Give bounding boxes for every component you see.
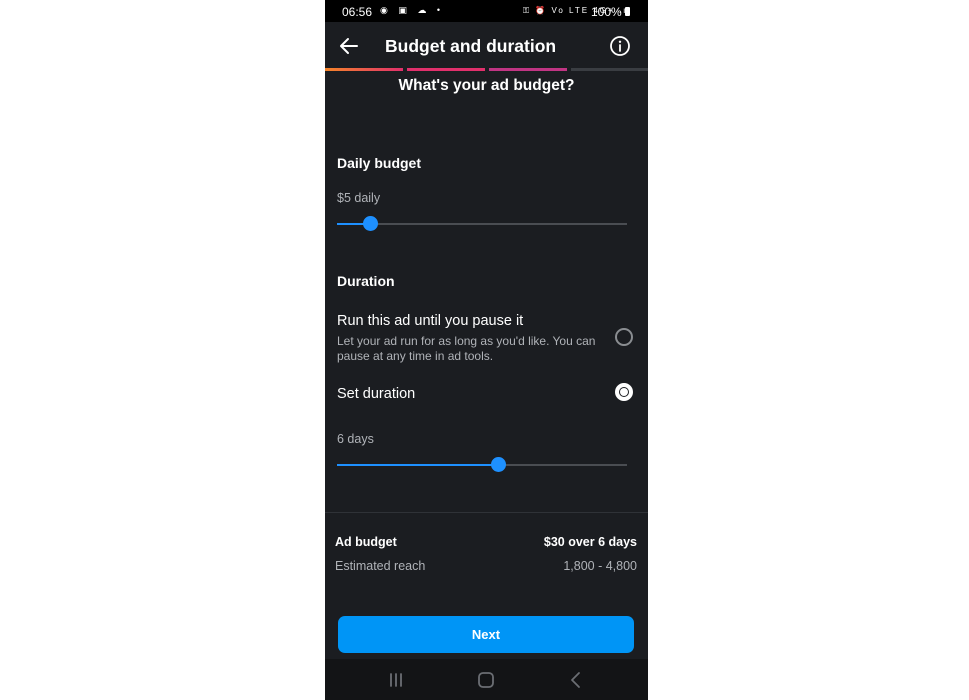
system-nav-bar [325, 659, 648, 700]
duration-slider-thumb[interactable] [490, 457, 506, 472]
back-nav-icon[interactable] [566, 671, 586, 689]
summary-divider [325, 512, 648, 513]
battery-percent: 100% [591, 5, 622, 19]
option-run-until-paused-description: Let your ad run for as long as you'd lik… [337, 334, 596, 363]
status-bar: 06:56 ◉ ▣ ☁ • ⚿ ⏰ Vo LTE 4G+ .ıl 100% [325, 0, 648, 22]
daily-budget-value: $5 daily [337, 191, 381, 205]
notification-icons: ◉ ▣ ☁ • [380, 5, 445, 15]
progress-step-3 [489, 68, 567, 71]
ad-budget-value: $30 over 6 days [543, 535, 637, 549]
daily-budget-slider-thumb[interactable] [363, 216, 379, 231]
header: Budget and duration [325, 22, 648, 70]
ad-budget-label: Ad budget [335, 535, 397, 549]
page-title: Budget and duration [385, 36, 557, 56]
progress-step-1 [325, 68, 403, 71]
option-set-duration-title: Set duration [337, 386, 416, 402]
back-arrow-icon[interactable] [337, 34, 361, 58]
duration-label: Duration [337, 273, 395, 289]
question-heading: What's your ad budget? [398, 77, 575, 94]
progress-step-4 [571, 68, 648, 71]
estimated-reach-label: Estimated reach [335, 559, 426, 573]
daily-budget-label: Daily budget [337, 155, 422, 171]
radio-selected-dot [620, 388, 628, 396]
status-time: 06:56 [342, 5, 373, 19]
estimated-reach-value: 1,800 - 4,800 [563, 559, 637, 573]
recent-apps-icon[interactable] [386, 671, 406, 689]
duration-slider-fill [337, 464, 498, 466]
next-button[interactable]: Next [338, 616, 634, 653]
duration-value: 6 days [337, 432, 374, 446]
progress-step-2 [407, 68, 485, 71]
home-icon[interactable] [476, 671, 496, 689]
battery-icon [625, 7, 630, 16]
duration-slider[interactable] [337, 457, 627, 472]
radio-set-duration[interactable] [615, 383, 633, 401]
phone-screen: 06:56 ◉ ▣ ☁ • ⚿ ⏰ Vo LTE 4G+ .ıl 100% Bu… [325, 0, 648, 700]
radio-run-until-paused[interactable] [615, 328, 633, 346]
option-run-until-paused-title: Run this ad until you pause it [337, 313, 524, 329]
daily-budget-slider[interactable] [337, 216, 627, 231]
info-icon[interactable] [609, 35, 631, 57]
